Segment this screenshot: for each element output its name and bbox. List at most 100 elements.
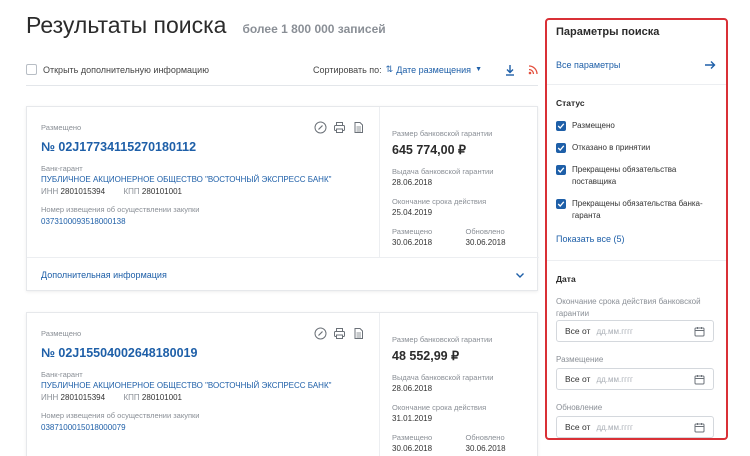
placed-label: Размещено xyxy=(392,433,433,442)
sort-icon: ⇅ xyxy=(385,64,394,74)
checkbox-checked[interactable] xyxy=(556,121,566,131)
document-icon[interactable] xyxy=(352,327,365,340)
status-label[interactable]: Отказано в принятии xyxy=(572,142,650,154)
bank-name-link[interactable]: ПУБЛИЧНОЕ АКЦИОНЕРНОЕ ОБЩЕСТВО "ВОСТОЧНЫ… xyxy=(41,175,379,184)
card-details: Размер банковской гарантии 645 774,00 ₽ … xyxy=(379,107,539,257)
issue-label: Выдача банковской гарантии xyxy=(392,167,494,176)
status-checkbox-supplier-terminated[interactable]: Прекращены обязательства поставщика xyxy=(556,164,718,188)
checkbox-checked[interactable] xyxy=(556,199,566,209)
calendar-icon[interactable] xyxy=(694,374,705,385)
inn-label: ИНН xyxy=(41,187,59,196)
dates-row: Размещено 30.06.2018 Обновлено 30.06.201… xyxy=(392,227,539,247)
updated-date: 30.06.2018 xyxy=(465,238,506,247)
date-prefix: Все от xyxy=(565,374,591,384)
date-placeholder[interactable]: дд.мм.гггг xyxy=(596,327,632,336)
kpp-value: 280101001 xyxy=(141,393,182,402)
more-info-checkbox[interactable] xyxy=(26,64,37,75)
purchase-label: Номер извещения об осуществлении закупки xyxy=(41,205,200,214)
print-icon[interactable] xyxy=(333,121,346,134)
purchase-number-link[interactable]: 0373100093518000138 xyxy=(41,217,379,226)
divider xyxy=(547,84,726,85)
sort-control: Сортировать по: ⇅ Дате размещения ▼ xyxy=(313,64,482,75)
update-date-input[interactable]: Все от дд.мм.гггг xyxy=(556,416,714,438)
guarantee-number-link[interactable]: № 02J15504002648180019 xyxy=(41,346,379,360)
updated-label: Обновлено xyxy=(465,433,505,442)
guarantee-end-date-input[interactable]: Все от дд.мм.гггг xyxy=(556,320,714,342)
show-all-statuses-link[interactable]: Показать все (5) xyxy=(556,234,624,244)
check-icon xyxy=(557,167,565,173)
date-placeholder[interactable]: дд.мм.гггг xyxy=(596,423,632,432)
check-icon xyxy=(557,145,565,151)
bank-label: Банк-гарант xyxy=(41,370,83,379)
date-placeholder[interactable]: дд.мм.гггг xyxy=(596,375,632,384)
card-actions xyxy=(314,327,365,340)
calendar-icon[interactable] xyxy=(694,422,705,433)
status-label[interactable]: Прекращены обязательства поставщика xyxy=(572,164,718,188)
caret-down-icon[interactable]: ▼ xyxy=(475,66,482,73)
all-params-link[interactable]: Все параметры xyxy=(556,59,716,71)
date-prefix: Все от xyxy=(565,326,591,336)
placed-label: Размещено xyxy=(392,227,433,236)
update-date-label: Обновление xyxy=(556,403,603,412)
placement-date-input[interactable]: Все от дд.мм.гггг xyxy=(556,368,714,390)
status-checkbox-placed[interactable]: Размещено xyxy=(556,120,718,132)
bank-ids: ИНН 2801015394 КПП 280101001 xyxy=(41,187,379,196)
print-icon[interactable] xyxy=(333,327,346,340)
guarantee-number-link[interactable]: № 02J17734115270180112 xyxy=(41,140,379,154)
search-parameters-panel: Параметры поиска Все параметры Статус Ра… xyxy=(545,18,728,440)
check-icon xyxy=(557,201,565,207)
status-label[interactable]: Прекращены обязательства банка-гаранта xyxy=(572,198,718,222)
check-icon xyxy=(557,123,565,129)
updated-label: Обновлено xyxy=(465,227,505,236)
records-count: более 1 800 000 записей xyxy=(242,22,386,36)
placement-date-label: Размещение xyxy=(556,355,604,364)
arrow-right-icon[interactable] xyxy=(704,59,716,71)
guarantee-end-date-label: Окончание срока действия банковской гара… xyxy=(556,297,701,318)
bank-name-link[interactable]: ПУБЛИЧНОЕ АКЦИОНЕРНОЕ ОБЩЕСТВО "ВОСТОЧНЫ… xyxy=(41,381,379,390)
status-checkbox-bank-terminated[interactable]: Прекращены обязательства банка-гаранта xyxy=(556,198,718,222)
sort-dropdown[interactable]: Дате размещения xyxy=(396,65,471,75)
calendar-icon[interactable] xyxy=(694,326,705,337)
status-label[interactable]: Размещено xyxy=(572,120,615,132)
checkbox-checked[interactable] xyxy=(556,143,566,153)
rss-icon[interactable] xyxy=(528,64,538,75)
date-section-title: Дата xyxy=(556,274,576,284)
download-icon[interactable] xyxy=(504,64,516,76)
document-icon[interactable] xyxy=(352,121,365,134)
divider xyxy=(547,260,726,261)
amount-label: Размер банковской гарантии xyxy=(392,129,493,138)
amount-label: Размер банковской гарантии xyxy=(392,335,493,344)
all-params-label[interactable]: Все параметры xyxy=(556,60,620,70)
link-icon[interactable] xyxy=(314,327,327,340)
inn-value: 2801015394 xyxy=(60,187,106,196)
kpp-label: КПП xyxy=(123,393,140,402)
end-date: 25.04.2019 xyxy=(392,208,433,217)
updated-date: 30.06.2018 xyxy=(465,444,506,453)
results-toolbar: Открыть дополнительную информацию Сортир… xyxy=(26,62,538,86)
bank-ids: ИНН 2801015394 КПП 280101001 xyxy=(41,393,379,402)
end-label: Окончание срока действия xyxy=(392,197,487,206)
more-info-label[interactable]: Открыть дополнительную информацию xyxy=(43,65,209,75)
checkbox-checked[interactable] xyxy=(556,165,566,175)
card-details: Размер банковской гарантии 48 552,99 ₽ В… xyxy=(379,313,539,456)
end-label: Окончание срока действия xyxy=(392,403,487,412)
date-prefix: Все от xyxy=(565,422,591,432)
link-icon[interactable] xyxy=(314,121,327,134)
result-card: Размещено № 02J17734115270180112 Банк-га… xyxy=(26,106,539,292)
panel-title: Параметры поиска xyxy=(556,26,660,38)
purchase-number-link[interactable]: 0387100015018000079 xyxy=(41,423,379,432)
sort-label: Сортировать по: xyxy=(313,64,382,75)
status-checkbox-rejected[interactable]: Отказано в принятии xyxy=(556,142,718,154)
chevron-down-icon[interactable] xyxy=(515,270,525,280)
issue-date: 28.06.2018 xyxy=(392,178,433,187)
page-title: Результаты поиска xyxy=(26,12,227,38)
issue-label: Выдача банковской гарантии xyxy=(392,373,494,382)
status-section-title: Статус xyxy=(556,98,585,108)
placed-date: 30.06.2018 xyxy=(392,444,433,453)
additional-info-toggle[interactable]: Дополнительная информация xyxy=(27,257,539,292)
purchase-label: Номер извещения об осуществлении закупки xyxy=(41,411,200,420)
additional-info-label[interactable]: Дополнительная информация xyxy=(41,270,167,280)
kpp-label: КПП xyxy=(123,187,140,196)
guarantee-amount: 48 552,99 ₽ xyxy=(392,349,460,363)
card-actions xyxy=(314,121,365,134)
